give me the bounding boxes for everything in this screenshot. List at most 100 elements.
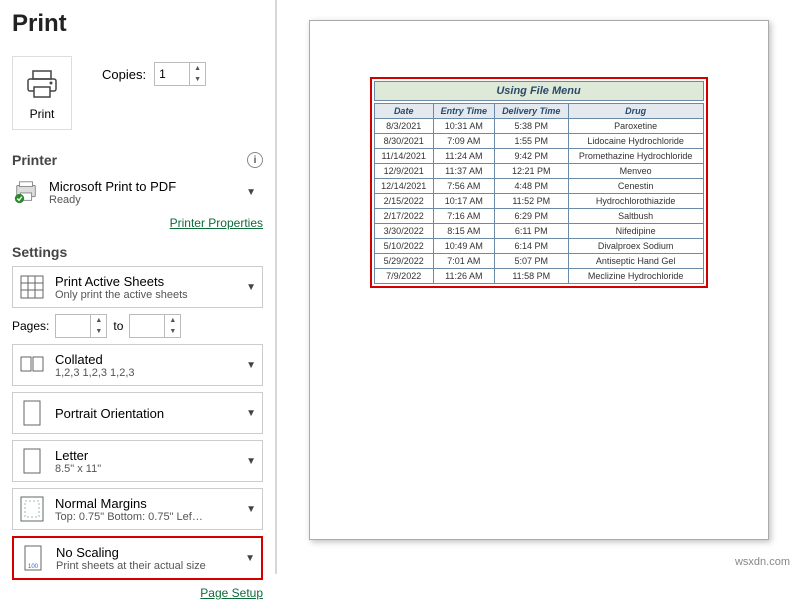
table-row: 2/15/202210:17 AM11:52 PMHydrochlorothia…: [374, 194, 703, 209]
sheets-icon: [19, 274, 45, 300]
table-cell: 11:24 AM: [433, 149, 494, 164]
preview-title: Using File Menu: [374, 81, 704, 101]
print-preview-panel: Using File Menu DateEntry TimeDelivery T…: [275, 0, 800, 574]
table-cell: 12/9/2021: [374, 164, 433, 179]
table-cell: Meclizine Hydrochloride: [568, 269, 703, 284]
table-row: 11/14/202111:24 AM9:42 PMPromethazine Hy…: [374, 149, 703, 164]
table-cell: 1:55 PM: [494, 134, 568, 149]
table-cell: Cenestin: [568, 179, 703, 194]
table-cell: 7:09 AM: [433, 134, 494, 149]
setting-line2: Top: 0.75" Bottom: 0.75" Lef…: [55, 511, 203, 523]
setting-line1: Print Active Sheets: [55, 274, 188, 289]
table-cell: 8/3/2021: [374, 119, 433, 134]
printer-properties-link[interactable]: Printer Properties: [12, 216, 263, 230]
scaling-select[interactable]: 100 No ScalingPrint sheets at their actu…: [12, 536, 263, 580]
info-icon[interactable]: i: [247, 152, 263, 168]
page-setup-link[interactable]: Page Setup: [12, 586, 263, 600]
spinner-down-icon[interactable]: ▼: [190, 74, 205, 85]
pages-to[interactable]: ▲▼: [129, 314, 181, 338]
printer-select[interactable]: Microsoft Print to PDF Ready ▼: [12, 174, 263, 210]
table-cell: 2/17/2022: [374, 209, 433, 224]
margins-select[interactable]: Normal MarginsTop: 0.75" Bottom: 0.75" L…: [12, 488, 263, 530]
table-cell: Antiseptic Hand Gel: [568, 254, 703, 269]
spinner-up-icon[interactable]: ▲: [91, 315, 106, 326]
letter-icon: [21, 447, 43, 475]
spinner-down-icon[interactable]: ▼: [91, 326, 106, 337]
table-cell: 10:31 AM: [433, 119, 494, 134]
table-cell: 4:48 PM: [494, 179, 568, 194]
chevron-down-icon: ▼: [246, 187, 256, 198]
spinner-down-icon[interactable]: ▼: [165, 326, 180, 337]
setting-line1: Normal Margins: [55, 496, 203, 511]
margins-icon: [19, 495, 45, 523]
table-cell: 11:37 AM: [433, 164, 494, 179]
page-preview: Using File Menu DateEntry TimeDelivery T…: [309, 20, 769, 540]
portrait-icon: [21, 399, 43, 427]
setting-line1: Collated: [55, 352, 135, 367]
copies-label: Copies:: [102, 67, 146, 82]
copies-spinner[interactable]: ▲▼: [154, 62, 206, 86]
printer-icon: [25, 69, 59, 99]
page-title: Print: [12, 10, 263, 38]
print-button[interactable]: Print: [12, 56, 72, 130]
table-cell: 5:07 PM: [494, 254, 568, 269]
pages-from-input[interactable]: [56, 315, 90, 337]
setting-line1: No Scaling: [56, 545, 206, 560]
table-row: 8/3/202110:31 AM5:38 PMParoxetine: [374, 119, 703, 134]
table-cell: Promethazine Hydrochloride: [568, 149, 703, 164]
table-cell: 5:38 PM: [494, 119, 568, 134]
spinner-up-icon[interactable]: ▲: [165, 315, 180, 326]
table-row: 12/14/20217:56 AM4:48 PMCenestin: [374, 179, 703, 194]
table-row: 12/9/202111:37 AM12:21 PMMenveo: [374, 164, 703, 179]
table-cell: 8/30/2021: [374, 134, 433, 149]
paper-size-select[interactable]: Letter8.5" x 11" ▼: [12, 440, 263, 482]
table-cell: 7:01 AM: [433, 254, 494, 269]
table-cell: 5/10/2022: [374, 239, 433, 254]
printer-section-label: Printer: [12, 152, 57, 168]
pages-from[interactable]: ▲▼: [55, 314, 107, 338]
pages-to-input[interactable]: [130, 315, 164, 337]
table-cell: 2/15/2022: [374, 194, 433, 209]
table-row: 8/30/20217:09 AM1:55 PMLidocaine Hydroch…: [374, 134, 703, 149]
table-cell: Paroxetine: [568, 119, 703, 134]
table-cell: 11:52 PM: [494, 194, 568, 209]
table-cell: Nifedipine: [568, 224, 703, 239]
table-cell: 8:15 AM: [433, 224, 494, 239]
orientation-select[interactable]: Portrait Orientation ▼: [12, 392, 263, 434]
spinner-up-icon[interactable]: ▲: [190, 63, 205, 74]
table-cell: 6:11 PM: [494, 224, 568, 239]
table-cell: Saltbush: [568, 209, 703, 224]
table-header: Drug: [568, 104, 703, 119]
table-row: 2/17/20227:16 AM6:29 PMSaltbush: [374, 209, 703, 224]
table-cell: 11:58 PM: [494, 269, 568, 284]
printer-status: Ready: [49, 194, 176, 206]
printer-name: Microsoft Print to PDF: [49, 179, 176, 194]
setting-line2: Print sheets at their actual size: [56, 560, 206, 572]
svg-text:100: 100: [28, 564, 39, 570]
scaling-icon: 100: [22, 544, 44, 572]
collation-select[interactable]: Collated1,2,3 1,2,3 1,2,3 ▼: [12, 344, 263, 386]
chevron-down-icon: ▼: [246, 504, 256, 515]
setting-line2: 8.5" x 11": [55, 463, 101, 475]
table-cell: 10:49 AM: [433, 239, 494, 254]
preview-table: DateEntry TimeDelivery TimeDrug 8/3/2021…: [374, 103, 704, 284]
copies-input[interactable]: [155, 63, 189, 85]
print-area-select[interactable]: Print Active SheetsOnly print the active…: [12, 266, 263, 308]
chevron-down-icon: ▼: [246, 282, 256, 293]
table-cell: Divalproex Sodium: [568, 239, 703, 254]
chevron-down-icon: ▼: [246, 360, 256, 371]
table-row: 3/30/20228:15 AM6:11 PMNifedipine: [374, 224, 703, 239]
table-row: 5/10/202210:49 AM6:14 PMDivalproex Sodiu…: [374, 239, 703, 254]
table-cell: 5/29/2022: [374, 254, 433, 269]
setting-line1: Letter: [55, 448, 101, 463]
to-label: to: [113, 319, 123, 333]
table-cell: 12:21 PM: [494, 164, 568, 179]
table-header: Delivery Time: [494, 104, 568, 119]
table-cell: 6:14 PM: [494, 239, 568, 254]
printer-ready-icon: [13, 179, 39, 205]
setting-line2: 1,2,3 1,2,3 1,2,3: [55, 367, 135, 379]
table-cell: 10:17 AM: [433, 194, 494, 209]
table-cell: 7:16 AM: [433, 209, 494, 224]
table-header: Date: [374, 104, 433, 119]
setting-line1: Portrait Orientation: [55, 406, 164, 421]
